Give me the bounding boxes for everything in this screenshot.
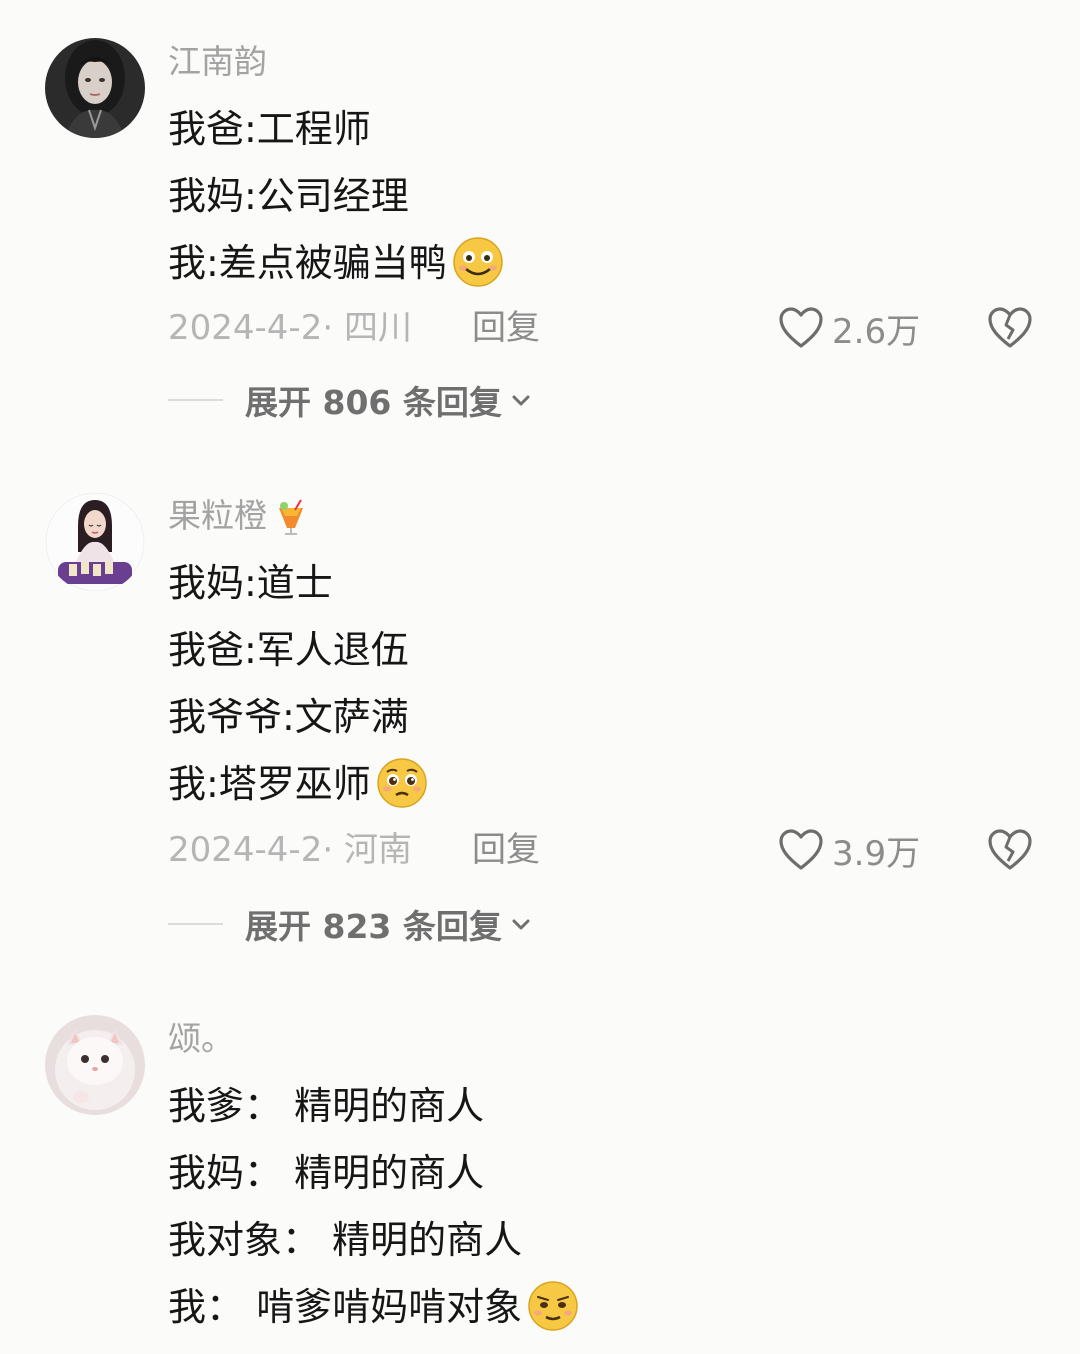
- broken-heart-icon: [988, 307, 1032, 348]
- reply-button[interactable]: 回复: [472, 303, 540, 353]
- comment-line: 我爸:工程师: [168, 107, 371, 151]
- tropical-drink-icon: [275, 498, 307, 538]
- username[interactable]: 果粒橙: [168, 494, 307, 538]
- username[interactable]: 颂。: [168, 1017, 234, 1061]
- smile-emoji: [451, 235, 505, 289]
- like-count: 2.6万: [832, 311, 921, 352]
- expand-replies-button[interactable]: 展开 806 条回复: [168, 376, 532, 424]
- smirk-emoji: [526, 1279, 580, 1333]
- avatar[interactable]: [45, 38, 145, 138]
- pleading-emoji: [375, 756, 429, 810]
- comment-meta: 2024-4-2· 河南 回复 3.9万: [168, 825, 1048, 875]
- comment-line: 我:差点被骗当鸭: [168, 230, 505, 297]
- comment-line: 我妈:道士: [168, 561, 333, 605]
- comment-text: 我妈:道士 我爸:军人退伍 我爷爷:文萨满 我:塔罗巫师: [168, 550, 429, 818]
- avatar[interactable]: [45, 1015, 145, 1115]
- comment-line: 我： 啃爹啃妈啃对象: [168, 1274, 580, 1341]
- comment-text: 我爸:工程师 我妈:公司经理 我:差点被骗当鸭: [168, 96, 505, 297]
- chevron-down-icon: [512, 919, 530, 930]
- dislike-button[interactable]: [987, 828, 1033, 876]
- heart-outline-icon: [779, 307, 823, 348]
- dislike-button[interactable]: [987, 306, 1033, 354]
- username[interactable]: 江南韵: [168, 40, 267, 84]
- heart-outline-icon: [779, 829, 823, 870]
- expand-replies-button[interactable]: 展开 823 条回复: [168, 900, 532, 948]
- like-button[interactable]: 2.6万: [778, 303, 920, 353]
- comment-line: 我爷爷:文萨满: [168, 695, 409, 739]
- like-count: 3.9万: [832, 833, 921, 874]
- comment-line: 我对象： 精明的商人: [168, 1218, 523, 1262]
- comment-line: 我:塔罗巫师: [168, 751, 429, 818]
- comment-line: 我妈:公司经理: [168, 174, 409, 218]
- expand-replies-label: 展开 823 条回复: [245, 907, 502, 946]
- reply-button[interactable]: 回复: [472, 825, 540, 875]
- comment-date: 2024-4-2· 河南: [168, 830, 412, 870]
- comment-line: 我妈： 精明的商人: [168, 1151, 485, 1195]
- broken-heart-icon: [988, 829, 1032, 870]
- divider-line: [168, 923, 223, 925]
- chevron-down-icon: [512, 395, 530, 406]
- comment-text: 我爹： 精明的商人 我妈： 精明的商人 我对象： 精明的商人 我： 啃爹啃妈啃对…: [168, 1073, 580, 1341]
- expand-replies-label: 展开 806 条回复: [245, 383, 502, 422]
- comment-line: 我爹： 精明的商人: [168, 1084, 485, 1128]
- comment-meta: 2024-4-2· 四川 回复 2.6万: [168, 303, 1048, 353]
- avatar[interactable]: [45, 492, 145, 592]
- like-button[interactable]: 3.9万: [778, 825, 920, 875]
- comment-date: 2024-4-2· 四川: [168, 308, 412, 348]
- divider-line: [168, 399, 223, 401]
- comment-line: 我爸:军人退伍: [168, 628, 409, 672]
